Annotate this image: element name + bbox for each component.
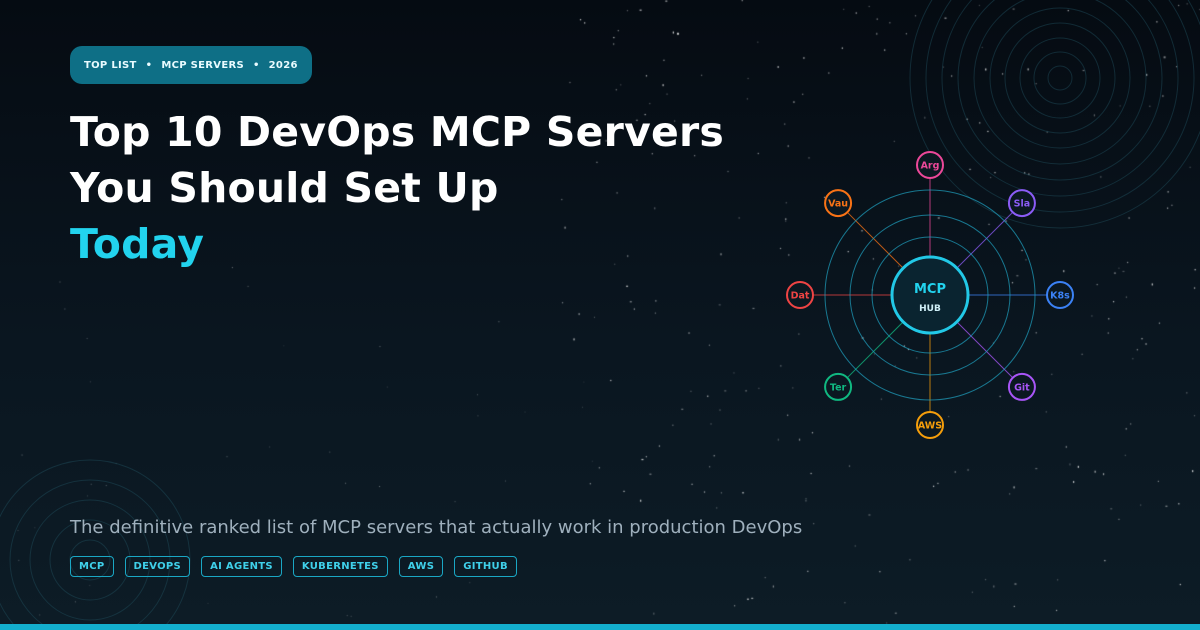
- badge-item-top-list: TOP LIST: [84, 59, 137, 71]
- page-title: Top 10 DevOps MCP Servers You Should Set…: [70, 104, 724, 272]
- hub-node-label: Git: [1014, 382, 1030, 393]
- hub-node-label: Vau: [828, 199, 848, 210]
- tag-github[interactable]: GITHUB: [454, 556, 517, 577]
- badge-separator: •: [252, 59, 260, 71]
- hub-node-label: K8s: [1050, 291, 1070, 302]
- category-badge: TOP LIST • MCP SERVERS • 2026: [70, 46, 312, 84]
- tag-devops[interactable]: DEVOPS: [124, 556, 191, 577]
- hub-node-label: Sla: [1014, 199, 1031, 210]
- subtitle: The definitive ranked list of MCP server…: [70, 517, 803, 538]
- hub-node-label: Arg: [921, 161, 940, 172]
- hub-node-label: Ter: [830, 382, 847, 393]
- title-line-1: Top 10 DevOps MCP Servers: [70, 108, 725, 156]
- bottom-accent-bar: [0, 624, 1200, 630]
- hub-node-label: AWS: [918, 421, 942, 432]
- hub-node-label: Dat: [791, 291, 810, 302]
- tag-mcp[interactable]: MCP: [70, 556, 114, 577]
- tag-ai-agents[interactable]: AI AGENTS: [201, 556, 282, 577]
- title-accent: Today: [70, 220, 205, 268]
- title-line-2: You Should Set Up: [70, 164, 499, 212]
- hub-center-label: MCP: [914, 282, 946, 297]
- mcp-hub-diagram: MCP HUB Arg Sla K8s Git AWS Ter Dat Vau: [786, 151, 1074, 439]
- badge-item-year: 2026: [268, 59, 298, 71]
- tag-kubernetes[interactable]: KUBERNETES: [292, 556, 388, 577]
- hub-center-sublabel: HUB: [919, 304, 941, 314]
- tag-list: MCP DEVOPS AI AGENTS KUBERNETES AWS GITH…: [70, 556, 517, 577]
- tag-aws[interactable]: AWS: [398, 556, 444, 577]
- badge-item-mcp-servers: MCP SERVERS: [161, 59, 244, 71]
- badge-separator: •: [145, 59, 153, 71]
